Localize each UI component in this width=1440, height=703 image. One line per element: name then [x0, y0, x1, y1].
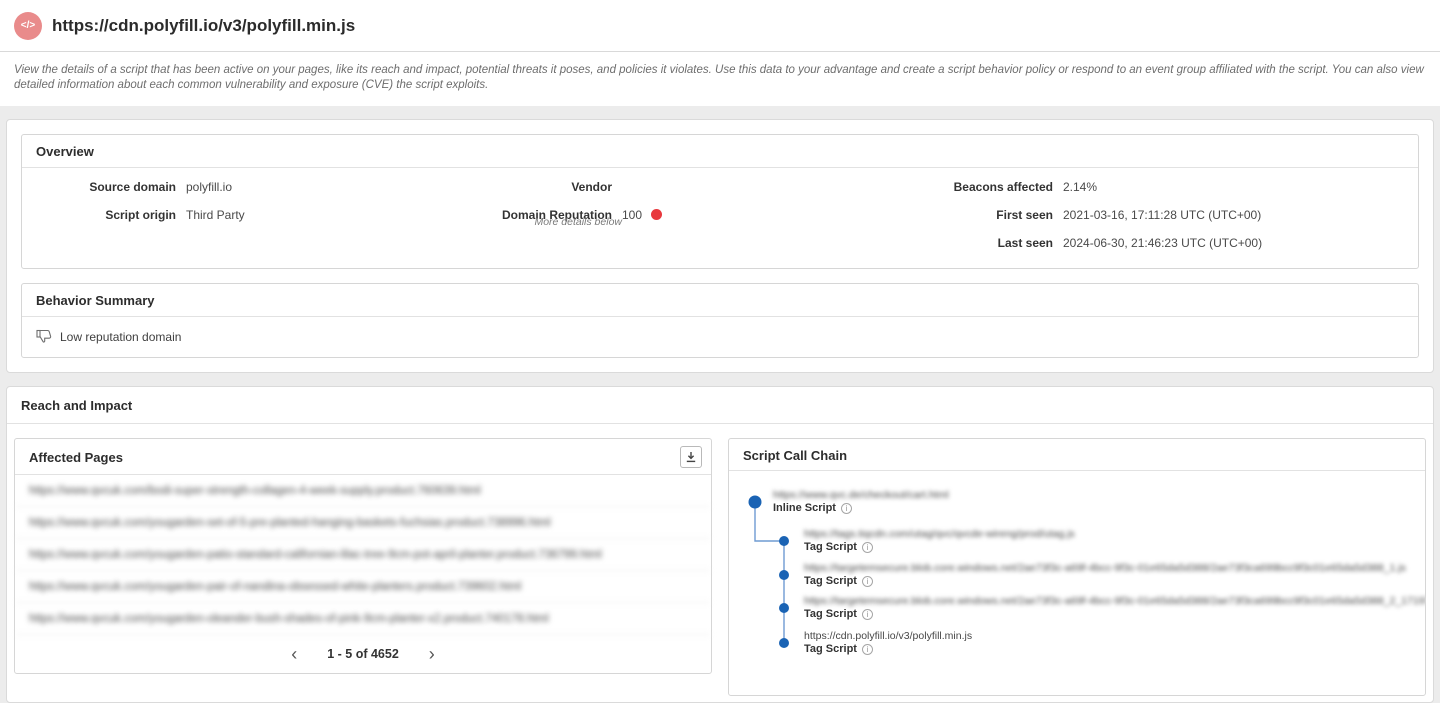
page-description: View the details of a script that has be…: [0, 52, 1440, 106]
script-call-chain-title: Script Call Chain: [743, 448, 847, 463]
info-icon[interactable]: i: [862, 542, 873, 553]
chain-node-type: Tag Script i: [804, 643, 873, 656]
reputation-status-dot: [651, 209, 662, 220]
chain-node-url: https://targetemsecure.blob.core.windows…: [804, 562, 1406, 575]
chain-node-dot: [749, 496, 762, 509]
field-source-domain: Source domain polyfill.io: [36, 180, 492, 194]
chain-node-type: Tag Script i: [804, 541, 873, 554]
overview-title: Overview: [22, 135, 1418, 168]
field-label: Beacons affected: [948, 180, 1053, 194]
page-title: https://cdn.polyfill.io/v3/polyfill.min.…: [52, 16, 355, 36]
affected-pages-panel: Affected Pages https://www.qvcuk.com/bod…: [14, 438, 712, 674]
overview-column-2: Vendor Domain Reputation 100 More detail…: [492, 180, 948, 264]
pagination-next-button[interactable]: ›: [427, 645, 437, 663]
info-icon[interactable]: i: [862, 576, 873, 587]
chain-node-type-label: Tag Script: [804, 643, 857, 656]
chain-node-type: Tag Script i: [804, 608, 873, 621]
chain-node-dot: [779, 638, 789, 648]
chain-node-dot: [779, 570, 789, 580]
pagination-prev-button[interactable]: ‹: [289, 645, 299, 663]
field-label: Last seen: [948, 236, 1053, 250]
overview-card: Overview Source domain polyfill.io Scrip…: [21, 134, 1419, 269]
affected-page-url: https://www.qvcuk.com/bodi-super-strengt…: [15, 475, 711, 507]
info-icon[interactable]: i: [841, 503, 852, 514]
chain-node-url: https://tags.tiqcdn.com/utag/qvc/qvcde-w…: [804, 528, 1075, 541]
field-label: Script origin: [36, 208, 176, 222]
overview-fields: Source domain polyfill.io Script origin …: [22, 168, 1418, 268]
field-beacons-affected: Beacons affected 2.14%: [948, 180, 1404, 194]
field-label: Source domain: [36, 180, 176, 194]
overview-column-1: Source domain polyfill.io Script origin …: [36, 180, 492, 264]
field-value: 2.14%: [1063, 180, 1097, 194]
chain-node-type-label: Tag Script: [804, 541, 857, 554]
chain-node-url: https://cdn.polyfill.io/v3/polyfill.min.…: [804, 630, 972, 643]
behavior-summary-title: Behavior Summary: [22, 284, 1418, 317]
script-call-chain-header: Script Call Chain: [729, 439, 1425, 471]
affected-pages-header: Affected Pages: [15, 439, 711, 475]
behavior-summary-item: Low reputation domain: [22, 317, 1418, 357]
thumbs-down-icon: [36, 329, 52, 344]
page-header: </> https://cdn.polyfill.io/v3/polyfill.…: [0, 0, 1440, 52]
download-icon: [685, 451, 697, 463]
reach-and-impact-title: Reach and Impact: [7, 387, 1433, 424]
chain-node-type-label: Tag Script: [804, 608, 857, 621]
chain-node-type: Tag Script i: [804, 575, 873, 588]
pagination-range: 1 - 5 of 4652: [327, 647, 399, 661]
behavior-summary-card: Behavior Summary Low reputation domain: [21, 283, 1419, 358]
pagination: ‹ 1 - 5 of 4652 ›: [15, 635, 711, 673]
overview-column-3: Beacons affected 2.14% First seen 2021-0…: [948, 180, 1404, 264]
field-value: Third Party: [186, 208, 245, 222]
field-script-origin: Script origin Third Party: [36, 208, 492, 222]
chain-node-type-label: Tag Script: [804, 575, 857, 588]
summary-section: Overview Source domain polyfill.io Scrip…: [6, 119, 1434, 373]
script-call-chain-tree: https://www.qvc.de/checkout/cart.html In…: [729, 471, 1425, 695]
field-label: First seen: [948, 208, 1053, 222]
affected-page-url: https://www.qvcuk.com/yougarden-set-of-5…: [15, 507, 711, 539]
download-button[interactable]: [680, 446, 702, 468]
field-vendor: Vendor: [492, 180, 948, 194]
field-value: 100: [622, 208, 662, 222]
field-value: 2021-03-16, 17:11:28 UTC (UTC+00): [1063, 208, 1261, 222]
field-last-seen: Last seen 2024-06-30, 21:46:23 UTC (UTC+…: [948, 236, 1404, 250]
affected-page-url: https://www.qvcuk.com/yougarden-patio-st…: [15, 539, 711, 571]
chain-node-type-label: Inline Script: [773, 502, 836, 515]
affected-page-url: https://www.qvcuk.com/yougarden-oleander…: [15, 603, 711, 635]
affected-pages-title: Affected Pages: [29, 450, 123, 465]
affected-page-url: https://www.qvcuk.com/yougarden-pair-of-…: [15, 571, 711, 603]
reputation-score: 100: [622, 208, 642, 222]
info-icon[interactable]: i: [862, 609, 873, 620]
field-label: Vendor: [492, 180, 612, 194]
field-value: polyfill.io: [186, 180, 232, 194]
chain-node-url: https://targetemsecure.blob.core.windows…: [804, 595, 1425, 608]
chain-node-url: https://www.qvc.de/checkout/cart.html: [773, 489, 949, 502]
info-icon[interactable]: i: [862, 644, 873, 655]
reach-and-impact-panels: Affected Pages https://www.qvcuk.com/bod…: [7, 424, 1433, 702]
behavior-summary-label: Low reputation domain: [60, 330, 181, 344]
reach-and-impact-section: Reach and Impact Affected Pages https://…: [6, 386, 1434, 703]
field-first-seen: First seen 2021-03-16, 17:11:28 UTC (UTC…: [948, 208, 1404, 222]
script-code-icon: </>: [14, 12, 42, 40]
chain-node-type: Inline Script i: [773, 502, 852, 515]
chain-node-dot: [779, 536, 789, 546]
script-call-chain-panel: Script Call Chain https://www.qvc.de/che…: [728, 438, 1426, 696]
chain-node-dot: [779, 603, 789, 613]
field-value: 2024-06-30, 21:46:23 UTC (UTC+00): [1063, 236, 1262, 250]
